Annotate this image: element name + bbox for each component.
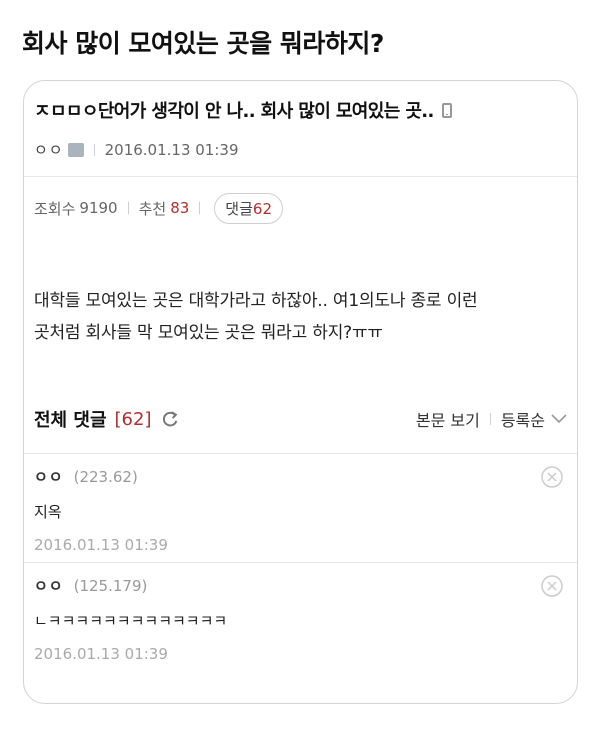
comment-ip: (223.62) (73, 467, 138, 486)
divider (127, 202, 129, 214)
post-title-row: ㅈㅁㅁㅇ단어가 생각이 안 나.. 회사 많이 모여있는 곳.. (34, 97, 567, 123)
stats-row: 조회수 9190 추천 83 댓글62 (24, 177, 577, 239)
author-row: ㅇㅇ 2016.01.13 01:39 (34, 139, 567, 160)
post-body-line: 대학들 모여있는 곳은 대학가라고 하잖아.. 여1의도나 종로 이런 (34, 291, 478, 311)
comments-title: 전체 댓글 (34, 410, 107, 431)
post-date: 2016.01.13 01:39 (104, 140, 239, 159)
divider (93, 143, 95, 156)
post-title[interactable]: ㅈㅁㅁㅇ단어가 생각이 안 나.. 회사 많이 모여있는 곳.. (34, 97, 434, 123)
comments-controls: 본문 보기 등록순 (416, 407, 567, 431)
comment-meta: ㅇㅇ (125.179) (34, 575, 567, 596)
post-author[interactable]: ㅇㅇ (34, 139, 64, 160)
close-icon[interactable] (541, 466, 563, 488)
comment-date: 2016.01.13 01:39 (34, 645, 168, 663)
post-card: ㅈㅁㅁㅇ단어가 생각이 안 나.. 회사 많이 모여있는 곳.. ㅇㅇ 2016… (23, 80, 578, 704)
mobile-icon (441, 102, 452, 118)
comment-author[interactable]: ㅇㅇ (34, 466, 64, 487)
chevron-down-icon[interactable] (551, 414, 567, 424)
views-count: 9190 (79, 199, 118, 217)
comment-text: ㄴㅋㅋㅋㅋㅋㅋㅋㅋㅋㅋㅋㅋㅋ (34, 612, 228, 630)
level-icon (67, 142, 84, 157)
comment-label: 댓글 (225, 199, 253, 218)
refresh-icon[interactable] (161, 410, 179, 428)
recommend-label: 추천 (138, 199, 167, 218)
post-body: 대학들 모여있는 곳은 대학가라고 하잖아.. 여1의도나 종로 이런 곳처럼 … (24, 285, 577, 349)
divider (489, 413, 491, 425)
comment-author[interactable]: ㅇㅇ (34, 575, 64, 596)
post-header: ㅈㅁㅁㅇ단어가 생각이 안 나.. 회사 많이 모여있는 곳.. ㅇㅇ 2016… (24, 81, 577, 177)
comment-count: 62 (252, 199, 272, 218)
post-body-line: 곳처럼 회사들 막 모여있는 곳은 뭐라고 하지?ㅠㅠ (34, 323, 383, 343)
comment-date: 2016.01.13 01:39 (34, 536, 168, 554)
view-post-button[interactable]: 본문 보기 (416, 407, 480, 431)
comment-meta: ㅇㅇ (223.62) (34, 466, 567, 487)
comment-list: ㅇㅇ (223.62) 지옥 2016.01.13 01:39 ㅇㅇ (125.… (24, 453, 577, 671)
comments-total: [62] (114, 408, 152, 430)
views-label: 조회수 (34, 199, 76, 218)
comment-ip: (125.179) (73, 576, 148, 595)
comment-text: 지옥 (34, 503, 62, 521)
comment-count-button[interactable]: 댓글62 (214, 192, 283, 224)
comment-item: ㅇㅇ (125.179) ㄴㅋㅋㅋㅋㅋㅋㅋㅋㅋㅋㅋㅋㅋ 2016.01.13 0… (24, 562, 577, 671)
recommend-count: 83 (170, 199, 190, 217)
comments-header: 전체 댓글 [62] 본문 보기 등록순 (24, 399, 577, 439)
comment-item: ㅇㅇ (223.62) 지옥 2016.01.13 01:39 (24, 453, 577, 562)
headline: 회사 많이 모여있는 곳을 뭐라하지? (22, 29, 384, 58)
divider (199, 202, 201, 214)
sort-dropdown[interactable]: 등록순 (501, 407, 545, 431)
close-icon[interactable] (541, 575, 563, 597)
